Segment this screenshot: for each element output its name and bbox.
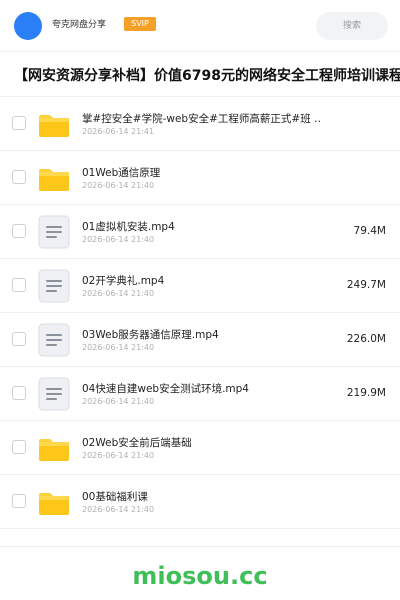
row-checkbox[interactable]	[12, 116, 26, 130]
document-icon	[38, 215, 70, 249]
file-name[interactable]: 掌#控安全#学院-web安全#工程师高薪正式#班 …	[82, 111, 322, 126]
file-name[interactable]: 01Web通信原理	[82, 165, 322, 180]
file-name[interactable]: 02开学典礼.mp4	[82, 273, 322, 288]
row-checkbox[interactable]	[12, 386, 26, 400]
file-row[interactable]: 04快速自建web安全测试环境.mp4 2026-06-14 21:40 219.9…	[0, 367, 400, 421]
file-size: 79.4M	[353, 225, 386, 237]
file-date: 2026-06-14 21:41	[82, 127, 155, 136]
file-name[interactable]: 00基础福利课	[82, 489, 322, 504]
folder-row[interactable]: 00基础福利课 2026-06-14 21:40	[0, 475, 400, 529]
folder-row[interactable]: 02Web安全前后端基础 2026-06-14 21:40	[0, 421, 400, 475]
file-date: 2026-06-14 21:40	[82, 181, 155, 190]
file-date: 2026-06-14 21:40	[82, 343, 155, 352]
document-icon	[38, 377, 70, 411]
row-checkbox[interactable]	[12, 440, 26, 454]
file-row[interactable]: 03Web服务器通信原理.mp4 2026-06-14 21:40 226.0M	[0, 313, 400, 367]
folder-icon	[38, 485, 70, 519]
document-icon	[38, 269, 70, 303]
file-date: 2026-06-14 21:40	[82, 397, 155, 406]
row-checkbox[interactable]	[12, 170, 26, 184]
svip-badge: SVIP	[124, 17, 156, 31]
file-size: 219.9M	[346, 387, 386, 399]
watermark: miosou.cc	[132, 562, 268, 590]
row-checkbox[interactable]	[12, 494, 26, 508]
folder-icon	[38, 161, 70, 195]
header-bar: 夸克网盘分享 SVIP	[0, 0, 400, 52]
divider	[0, 546, 400, 547]
file-date: 2026-06-14 21:40	[82, 289, 155, 298]
file-name[interactable]: 02Web安全前后端基础	[82, 435, 322, 450]
file-name[interactable]: 03Web服务器通信原理.mp4	[82, 327, 322, 342]
row-checkbox[interactable]	[12, 224, 26, 238]
folder-row[interactable]: 01Web通信原理 2026-06-14 21:40	[0, 151, 400, 205]
document-icon	[38, 323, 70, 357]
app-name: 夸克网盘分享	[52, 20, 107, 30]
file-list: 掌#控安全#学院-web安全#工程师高薪正式#班 … 2026-06-14 21:…	[0, 97, 400, 529]
file-size: 249.7M	[346, 279, 386, 291]
share-title: 【网安资源分享补档】价值6798元的网络安全工程师培训课程	[14, 68, 400, 84]
file-date: 2026-06-14 21:40	[82, 235, 155, 244]
search-input[interactable]	[316, 12, 388, 40]
file-date: 2026-06-14 21:40	[82, 505, 155, 514]
file-row[interactable]: 01虚拟机安装.mp4 2026-06-14 21:40 79.4M	[0, 205, 400, 259]
file-size: 226.0M	[346, 333, 386, 345]
share-page: 夸克网盘分享 SVIP 【网安资源分享补档】价值6798元的网络安全工程师培训课…	[0, 0, 400, 600]
file-date: 2026-06-14 21:40	[82, 451, 155, 460]
folder-icon	[38, 431, 70, 465]
file-row[interactable]: 02开学典礼.mp4 2026-06-14 21:40 249.7M	[0, 259, 400, 313]
file-name[interactable]: 01虚拟机安装.mp4	[82, 219, 322, 234]
row-checkbox[interactable]	[12, 278, 26, 292]
file-name[interactable]: 04快速自建web安全测试环境.mp4	[82, 381, 322, 396]
row-checkbox[interactable]	[12, 332, 26, 346]
folder-row[interactable]: 掌#控安全#学院-web安全#工程师高薪正式#班 … 2026-06-14 21:…	[0, 97, 400, 151]
folder-icon	[38, 107, 70, 141]
avatar[interactable]	[14, 12, 42, 40]
